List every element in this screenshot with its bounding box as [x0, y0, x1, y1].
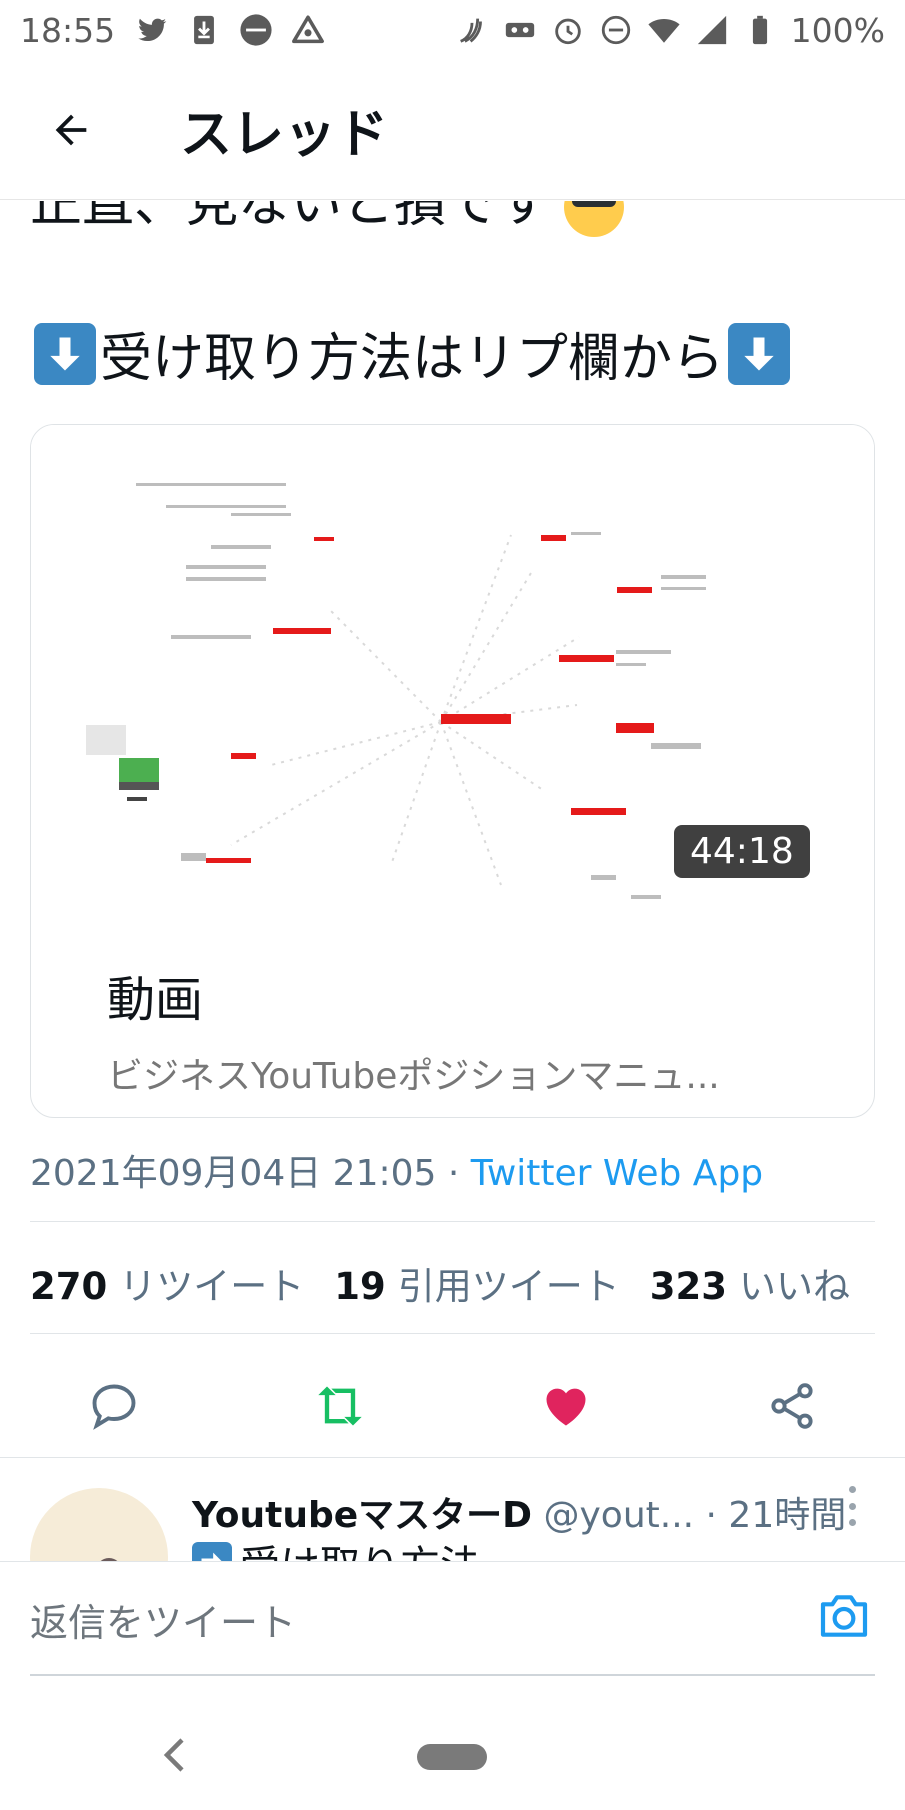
nfc-icon [455, 13, 489, 47]
tweet-stats: 270 リツイート 19 引用ツイート 323 いいね [30, 1256, 850, 1310]
reply-icon [92, 1384, 136, 1430]
compose-underline [30, 1674, 875, 1676]
video-card[interactable]: 44:18 動画 ビジネスYouTubeポジションマニュ... [30, 424, 875, 1118]
heart-icon [546, 1388, 586, 1426]
tweet-timestamp: 2021年09月04日 21:05 [30, 1153, 437, 1194]
nav-back-button[interactable] [158, 1730, 194, 1780]
meta-separator: · [436, 1153, 471, 1194]
retweet-button[interactable] [310, 1376, 370, 1436]
reply-tweet[interactable]: YoutubeマスターD @yout... · 21時間 受け取り方法 [0, 1457, 905, 1561]
status-right-icons: 100% [455, 11, 885, 50]
dnd-icon [599, 13, 633, 47]
video-thumbnail[interactable]: 44:18 [31, 425, 874, 905]
alarm-icon [551, 13, 585, 47]
like-button[interactable] [536, 1376, 596, 1436]
battery-percent: 100% [790, 10, 885, 50]
vr-icon [503, 13, 537, 47]
arrow-left-icon [55, 114, 87, 145]
download-icon [187, 13, 221, 47]
twitter-icon [135, 13, 169, 47]
tweet-actions [0, 1356, 905, 1456]
thread-content: 正直、見ないと損です 受け取り方法はリプ欄から 44:18 動画 ビジネスYou… [0, 201, 905, 1561]
quotes-stat[interactable]: 19 引用ツイート [334, 1256, 620, 1310]
nav-back-icon [163, 1738, 184, 1772]
page-title: スレッド [180, 105, 389, 165]
card-description: ビジネスYouTubeポジションマニュ... [107, 1056, 720, 1097]
sunglasses-emoji-icon [564, 201, 625, 237]
card-title: 動画 [107, 972, 204, 1028]
signal-icon [695, 13, 729, 47]
more-options-icon[interactable] [840, 1486, 864, 1526]
reply-text: 受け取り方法 [192, 1533, 480, 1561]
reply-header: YoutubeマスターD @yout... · 21時間 [192, 1486, 846, 1538]
right-arrow-emoji-icon [192, 1542, 232, 1561]
tweet-timestamp-row: 2021年09月04日 21:05 · Twitter Web App [30, 1144, 763, 1196]
retweets-stat[interactable]: 270 リツイート [30, 1256, 304, 1310]
divider [30, 1221, 875, 1222]
down-arrow-emoji-icon [728, 322, 791, 385]
system-nav-bar [0, 1690, 905, 1810]
down-arrow-emoji-icon [34, 322, 96, 385]
reply-input[interactable]: 返信をツイート [30, 1592, 296, 1647]
share-icon [771, 1383, 813, 1429]
nav-home-pill[interactable] [417, 1744, 487, 1770]
battery-icon [743, 13, 777, 47]
camera-button[interactable] [816, 1588, 872, 1644]
reply-button[interactable] [84, 1376, 144, 1436]
status-left-icons [135, 13, 325, 47]
status-time: 18:55 [20, 10, 116, 50]
triangle-icon [291, 13, 325, 47]
tweet-text: 受け取り方法はリプ欄から [30, 316, 794, 391]
video-duration-badge: 44:18 [674, 825, 810, 878]
wifi-icon [647, 13, 681, 47]
reply-handle: @yout... [543, 1495, 695, 1536]
reply-display-name[interactable]: YoutubeマスターD [192, 1495, 532, 1536]
aquos-icon [239, 13, 273, 47]
reply-time: · 21時間 [705, 1495, 847, 1536]
retweet-icon [318, 1386, 362, 1426]
share-button[interactable] [762, 1376, 822, 1436]
top-app-bar: スレッド [0, 60, 905, 200]
likes-stat[interactable]: 323 いいね [650, 1256, 850, 1310]
camera-icon [820, 1595, 868, 1637]
back-button[interactable] [36, 95, 106, 165]
tweet-text-partial: 正直、見ないと損です [30, 201, 625, 237]
tweet-source-link[interactable]: Twitter Web App [471, 1153, 763, 1194]
status-bar: 18:55 100% [0, 0, 905, 60]
avatar[interactable] [30, 1488, 168, 1561]
reply-compose-bar: 返信をツイート [0, 1561, 905, 1676]
divider [30, 1333, 875, 1334]
